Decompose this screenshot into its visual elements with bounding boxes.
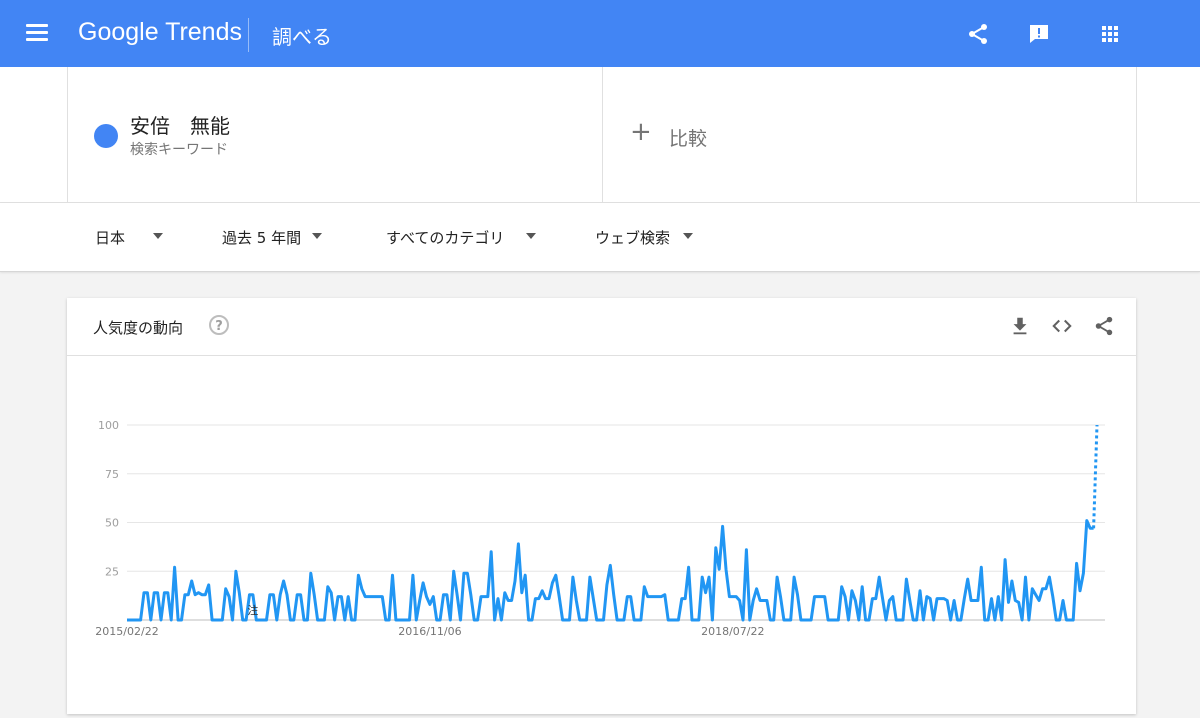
chevron-down-icon [312, 233, 322, 239]
embed-code-icon[interactable] [1051, 315, 1073, 337]
term-color-dot [94, 124, 118, 148]
y-tick-label: 100 [98, 419, 119, 432]
x-tick-label: 2018/07/22 [701, 625, 764, 638]
note-marker: 注 [247, 603, 258, 617]
search-term-type: 検索キーワード [130, 142, 228, 158]
chevron-down-icon [153, 233, 163, 239]
partial-data-dotted-line [1092, 424, 1099, 529]
x-tick-label: 2015/02/22 [95, 625, 158, 638]
category-filter-label: すべてのカテゴリ [386, 229, 505, 247]
chevron-down-icon [683, 233, 693, 239]
chevron-down-icon [526, 233, 536, 239]
period-filter-label: 過去 5 年間 [222, 229, 302, 247]
series-line [127, 519, 1094, 622]
compare-label: 比較 [669, 128, 708, 150]
property-filter[interactable]: ウェブ検索 [595, 227, 693, 248]
trend-line-chart: 100 75 50 25 2015/02/22 2016/11/06 2018/07/22 注 [95, 419, 1105, 638]
top-app-bar: Google Trends 調べる [0, 0, 1200, 67]
search-term-text: 安倍 無能 [130, 114, 230, 138]
y-tick-label: 75 [105, 468, 119, 481]
property-filter-label: ウェブ検索 [595, 229, 671, 247]
share-icon[interactable] [966, 22, 990, 46]
region-filter[interactable]: 日本 [95, 227, 163, 248]
period-filter[interactable]: 過去 5 年間 [222, 227, 322, 248]
y-tick-label: 50 [105, 517, 119, 530]
download-icon[interactable] [1009, 315, 1031, 337]
y-tick-label: 25 [105, 565, 119, 578]
google-trends-logo[interactable]: Google Trends [78, 18, 242, 47]
filter-bar: 日本 過去 5 年間 すべてのカテゴリ ウェブ検索 [0, 203, 1200, 272]
search-term-card[interactable]: 安倍 無能 検索キーワード [67, 67, 603, 202]
menu-icon[interactable] [26, 24, 48, 42]
compare-button[interactable]: + 比較 [602, 67, 1137, 202]
panel-title: 人気度の動向 [93, 319, 184, 337]
page-title: 調べる [272, 25, 332, 49]
region-filter-label: 日本 [95, 229, 126, 247]
interest-over-time-panel: 人気度の動向 ? 100 75 50 25 2015/02/22 2016/11/06 20… [67, 298, 1136, 714]
plus-icon: + [630, 117, 652, 147]
x-tick-label: 2016/11/06 [398, 625, 461, 638]
help-icon[interactable]: ? [209, 315, 229, 335]
header-divider [248, 18, 249, 52]
search-terms-row: 安倍 無能 検索キーワード + 比較 [0, 67, 1200, 203]
apps-grid-icon[interactable] [1098, 22, 1122, 46]
share-icon[interactable] [1093, 315, 1115, 337]
feedback-icon[interactable] [1027, 22, 1051, 46]
category-filter[interactable]: すべてのカテゴリ [386, 227, 536, 248]
